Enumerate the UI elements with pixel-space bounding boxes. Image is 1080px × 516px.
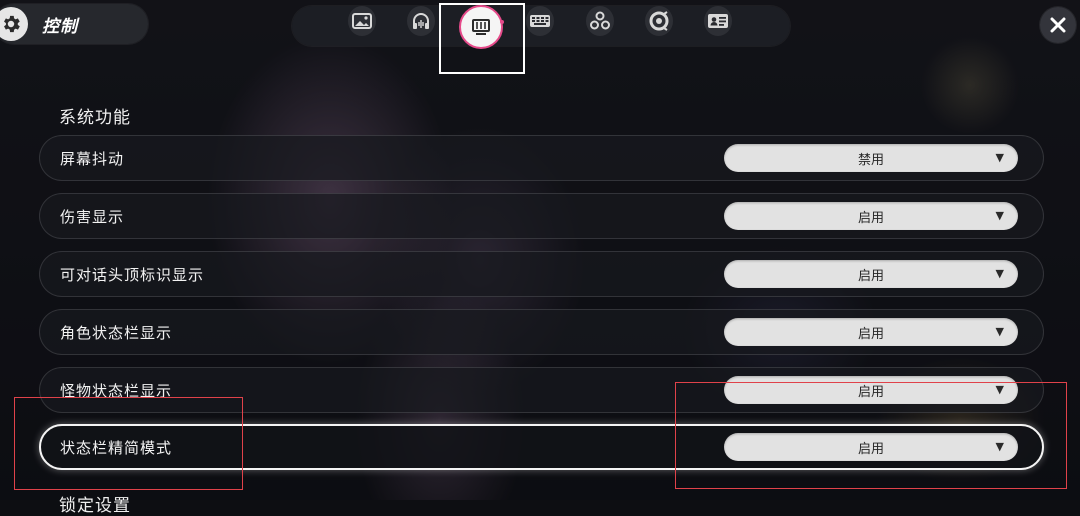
annotation-box-label xyxy=(14,397,243,490)
image-icon xyxy=(348,6,376,36)
circles-icon xyxy=(586,6,614,36)
dropdown-arrow-icon: ▼ xyxy=(995,209,1004,222)
dropdown-arrow-icon: ▼ xyxy=(995,325,1004,338)
headphones-icon xyxy=(407,6,435,36)
setting-row-screen-shake[interactable]: 屏幕抖动 禁用 ▼ xyxy=(39,135,1044,181)
setting-dropdown[interactable]: 启用 ▼ xyxy=(724,260,1018,288)
profile-card-icon xyxy=(704,6,732,36)
setting-row-character-status-bar[interactable]: 角色状态栏显示 启用 ▼ xyxy=(39,309,1044,355)
setting-dropdown[interactable]: 启用 ▼ xyxy=(724,202,1018,230)
setting-label: 屏幕抖动 xyxy=(60,149,125,168)
gamepad-icon xyxy=(645,6,673,36)
setting-dropdown[interactable]: 禁用 ▼ xyxy=(724,144,1018,172)
tab-audio[interactable] xyxy=(407,6,435,36)
dropdown-arrow-icon: ▼ xyxy=(995,267,1004,280)
section-title: 系统功能 xyxy=(59,108,131,128)
dropdown-value: 启用 xyxy=(857,326,884,342)
active-tab-highlight-box xyxy=(439,3,525,74)
setting-label: 伤害显示 xyxy=(60,207,125,226)
setting-label: 角色状态栏显示 xyxy=(60,323,173,342)
page-title: 控制 xyxy=(42,16,78,37)
setting-row-damage-display[interactable]: 伤害显示 启用 ▼ xyxy=(39,193,1044,239)
gear-icon[interactable] xyxy=(0,7,28,41)
dropdown-value: 启用 xyxy=(857,268,884,284)
setting-label: 可对话头顶标识显示 xyxy=(60,265,205,284)
page-header: 控制 xyxy=(0,4,148,44)
close-icon xyxy=(1050,17,1066,33)
next-section-title: 锁定设置 xyxy=(59,496,131,516)
dropdown-arrow-icon: ▼ xyxy=(995,151,1004,164)
setting-row-dialog-marker[interactable]: 可对话头顶标识显示 启用 ▼ xyxy=(39,251,1044,297)
tab-keyboard[interactable] xyxy=(526,6,554,36)
close-button[interactable] xyxy=(1040,7,1076,43)
keyboard-icon xyxy=(526,6,554,36)
tab-controls[interactable] xyxy=(586,6,614,36)
annotation-box-dropdown xyxy=(675,382,1067,489)
setting-dropdown[interactable]: 启用 ▼ xyxy=(724,318,1018,346)
dropdown-value: 禁用 xyxy=(857,152,884,168)
tab-profile[interactable] xyxy=(704,6,732,36)
tab-image[interactable] xyxy=(348,6,376,36)
tab-gamepad[interactable] xyxy=(645,6,673,36)
dropdown-value: 启用 xyxy=(857,210,884,226)
